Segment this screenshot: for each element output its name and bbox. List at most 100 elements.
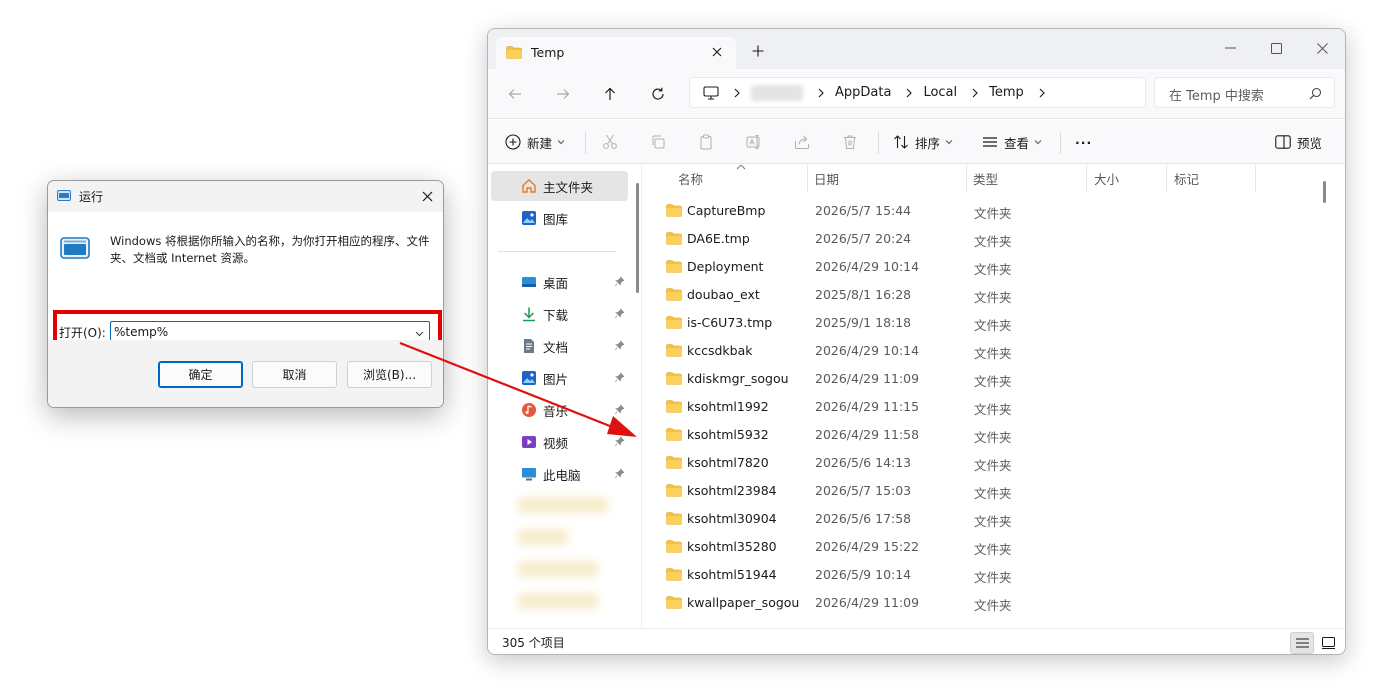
table-row[interactable]: ksohtml23984 2026/5/7 15:03 文件夹 (644, 477, 1332, 505)
blurred-sidebar-item[interactable] (518, 561, 598, 577)
tiles-view-button[interactable] (1316, 632, 1340, 654)
column-divider[interactable] (1255, 165, 1256, 192)
column-divider[interactable] (1086, 165, 1087, 192)
sidebar-item-downloads[interactable]: 下载 (491, 299, 628, 329)
refresh-button[interactable] (646, 82, 670, 106)
sidebar-item-videos[interactable]: 视频 (491, 427, 628, 457)
table-row[interactable]: kccsdkbak 2026/4/29 10:14 文件夹 (644, 337, 1332, 365)
table-row[interactable]: ksohtml7820 2026/5/6 14:13 文件夹 (644, 449, 1332, 477)
new-tab-button[interactable] (750, 43, 766, 59)
sidebar-item-music[interactable]: 音乐 (491, 395, 628, 425)
pin-icon[interactable] (614, 372, 625, 383)
view-button[interactable]: 查看 (982, 132, 1048, 152)
copy-button[interactable] (647, 131, 669, 153)
table-row[interactable]: ksohtml1992 2026/4/29 11:15 文件夹 (644, 393, 1332, 421)
delete-button[interactable] (839, 131, 861, 153)
chevron-right-icon[interactable] (817, 88, 825, 98)
sidebar-item-documents[interactable]: 文档 (491, 331, 628, 361)
file-name[interactable]: ksohtml23984 (687, 483, 777, 498)
table-row[interactable]: kdiskmgr_sogou 2026/4/29 11:09 文件夹 (644, 365, 1332, 393)
close-window-button[interactable] (1302, 35, 1342, 61)
table-row[interactable]: ksohtml5932 2026/4/29 11:58 文件夹 (644, 421, 1332, 449)
file-name[interactable]: kccsdkbak (687, 343, 753, 358)
pin-icon[interactable] (614, 436, 625, 447)
search-placeholder[interactable]: 在 Temp 中搜索 (1169, 85, 1264, 104)
file-name[interactable]: kdiskmgr_sogou (687, 371, 789, 386)
cut-button[interactable] (599, 131, 621, 153)
breadcrumb-local[interactable]: Local (923, 85, 957, 100)
file-name[interactable]: ksohtml5932 (687, 427, 769, 442)
sidebar-item-home[interactable]: 主文件夹 (491, 171, 628, 201)
column-divider[interactable] (807, 165, 808, 192)
table-row[interactable]: Deployment 2026/4/29 10:14 文件夹 (644, 253, 1332, 281)
preview-button[interactable]: 预览 (1275, 132, 1322, 152)
blurred-sidebar-item[interactable] (518, 529, 568, 545)
chevron-right-icon[interactable] (905, 88, 913, 98)
table-row[interactable]: ksohtml51944 2026/5/9 10:14 文件夹 (644, 561, 1332, 589)
up-button[interactable] (598, 82, 622, 106)
file-name[interactable]: Deployment (687, 259, 763, 274)
column-header-date[interactable]: 日期 (814, 165, 839, 192)
share-button[interactable] (791, 131, 813, 153)
breadcrumb-appdata[interactable]: AppData (835, 85, 891, 100)
chevron-right-icon[interactable] (733, 88, 741, 98)
column-header-tags[interactable]: 标记 (1174, 165, 1199, 192)
sidebar-item-gallery[interactable]: 图库 (491, 203, 628, 233)
forward-button[interactable] (551, 82, 575, 106)
pin-icon[interactable] (614, 468, 625, 479)
tab-temp[interactable]: Temp (496, 37, 736, 69)
column-header-type[interactable]: 类型 (973, 165, 998, 192)
close-button[interactable] (411, 181, 443, 211)
file-name[interactable]: ksohtml7820 (687, 455, 769, 470)
sidebar-scrollbar[interactable] (636, 183, 639, 293)
file-name[interactable]: ksohtml1992 (687, 399, 769, 414)
chevron-down-icon[interactable] (414, 328, 425, 339)
file-name[interactable]: DA6E.tmp (687, 231, 750, 246)
table-row[interactable]: DA6E.tmp 2026/5/7 20:24 文件夹 (644, 225, 1332, 253)
file-list-scrollbar[interactable] (1323, 181, 1326, 203)
table-row[interactable]: kwallpaper_sogou 2026/4/29 11:09 文件夹 (644, 589, 1332, 617)
sidebar-item-pictures[interactable]: 图片 (491, 363, 628, 393)
file-name[interactable]: ksohtml51944 (687, 567, 777, 582)
table-row[interactable]: doubao_ext 2025/8/1 16:28 文件夹 (644, 281, 1332, 309)
file-name[interactable]: doubao_ext (687, 287, 760, 302)
pin-icon[interactable] (614, 340, 625, 351)
column-divider[interactable] (966, 165, 967, 192)
file-name[interactable]: is-C6U73.tmp (687, 315, 772, 330)
table-row[interactable]: CaptureBmp 2026/5/7 15:44 文件夹 (644, 197, 1332, 225)
chevron-right-icon[interactable] (1038, 88, 1046, 98)
table-row[interactable]: ksohtml30904 2026/5/6 17:58 文件夹 (644, 505, 1332, 533)
pin-icon[interactable] (614, 404, 625, 415)
details-view-button[interactable] (1290, 632, 1314, 654)
pin-icon[interactable] (614, 308, 625, 319)
more-button[interactable]: ··· (1075, 132, 1092, 152)
chevron-right-icon[interactable] (971, 88, 979, 98)
file-name[interactable]: ksohtml30904 (687, 511, 777, 526)
file-name[interactable]: ksohtml35280 (687, 539, 777, 554)
column-header-name[interactable]: 名称 (678, 165, 703, 192)
file-name[interactable]: kwallpaper_sogou (687, 595, 799, 610)
search-icon[interactable] (1309, 87, 1322, 100)
table-row[interactable]: ksohtml35280 2026/4/29 15:22 文件夹 (644, 533, 1332, 561)
tab-close-button[interactable] (710, 45, 724, 59)
maximize-button[interactable] (1256, 35, 1296, 61)
cancel-button[interactable]: 取消 (252, 361, 337, 388)
ok-button[interactable]: 确定 (158, 361, 243, 388)
blurred-sidebar-item[interactable] (518, 593, 598, 609)
minimize-button[interactable] (1210, 35, 1250, 61)
pin-icon[interactable] (614, 276, 625, 287)
address-bar[interactable]: AppData Local Temp (689, 77, 1146, 108)
rename-button[interactable] (743, 131, 765, 153)
paste-button[interactable] (695, 131, 717, 153)
breadcrumb-temp[interactable]: Temp (989, 85, 1024, 100)
new-button[interactable]: 新建 (505, 132, 571, 152)
column-divider[interactable] (1166, 165, 1167, 192)
table-row[interactable]: is-C6U73.tmp 2025/9/1 18:18 文件夹 (644, 309, 1332, 337)
blurred-sidebar-item[interactable] (518, 497, 608, 513)
back-button[interactable] (503, 82, 527, 106)
sidebar-item-this-pc[interactable]: 此电脑 (491, 459, 628, 489)
sort-button[interactable]: 排序 (893, 132, 959, 152)
open-input-value[interactable]: %temp% (114, 325, 168, 339)
blurred-username[interactable] (751, 84, 803, 101)
search-box[interactable]: 在 Temp 中搜索 (1154, 77, 1335, 108)
